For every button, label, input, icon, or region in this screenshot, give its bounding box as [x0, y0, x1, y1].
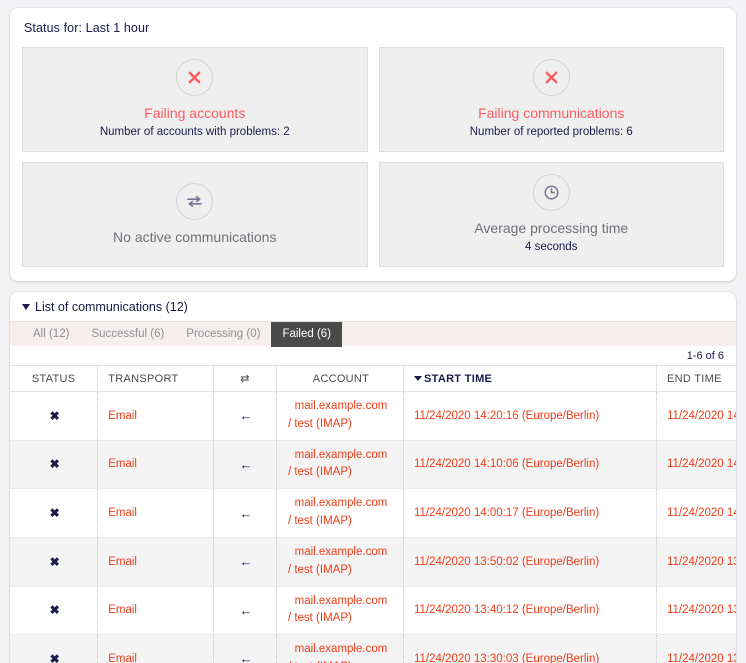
- cell-start-time[interactable]: 11/24/2020 13:30:03 (Europe/Berlin): [403, 635, 656, 663]
- cell-transport[interactable]: Email: [98, 635, 214, 663]
- cell-end-time[interactable]: 11/24/2020 13:30:08 (Europe/Berlin): [656, 635, 736, 663]
- cell-start-time[interactable]: 11/24/2020 14:10:06 (Europe/Berlin): [403, 440, 656, 489]
- tile-failing-accounts[interactable]: Failing accounts Number of accounts with…: [22, 47, 368, 152]
- account-host: mail.example.com: [287, 398, 395, 416]
- cell-start-time[interactable]: 11/24/2020 13:50:02 (Europe/Berlin): [403, 537, 656, 586]
- cell-direction: ←: [213, 440, 276, 489]
- tile-failing-communications[interactable]: Failing communications Number of reporte…: [379, 47, 725, 152]
- table-row[interactable]: ✖ Email ← mail.example.com / test (IMAP)…: [10, 489, 736, 538]
- cell-start-time[interactable]: 11/24/2020 13:40:12 (Europe/Berlin): [403, 586, 656, 635]
- column-header-start-time[interactable]: START TIME: [403, 366, 656, 392]
- cell-direction: ←: [213, 392, 276, 441]
- table-row[interactable]: ✖ Email ← mail.example.com / test (IMAP)…: [10, 392, 736, 441]
- account-detail: / test (IMAP): [287, 659, 395, 663]
- cell-direction: ←: [213, 586, 276, 635]
- tile-subtext: Number of reported problems: 6: [470, 125, 633, 140]
- filter-tabs: All (12) Successful (6) Processing (0) F…: [10, 321, 736, 346]
- communications-list-panel: List of communications (12) All (12) Suc…: [10, 292, 736, 663]
- list-panel-title: List of communications (12): [35, 300, 188, 314]
- cell-status: ✖: [10, 586, 98, 635]
- account-detail: / test (IMAP): [287, 513, 395, 531]
- cell-transport[interactable]: Email: [98, 586, 214, 635]
- cell-status: ✖: [10, 489, 98, 538]
- cell-end-time[interactable]: 11/24/2020 13:50:08 (Europe/Berlin): [656, 537, 736, 586]
- tile-label: No active communications: [113, 229, 276, 246]
- cell-account[interactable]: mail.example.com / test (IMAP): [276, 440, 403, 489]
- tile-no-active-communications[interactable]: No active communications: [22, 162, 368, 267]
- table-row[interactable]: ✖ Email ← mail.example.com / test (IMAP)…: [10, 586, 736, 635]
- table-row[interactable]: ✖ Email ← mail.example.com / test (IMAP)…: [10, 537, 736, 586]
- cell-transport[interactable]: Email: [98, 489, 214, 538]
- page-root: Status for: Last 1 hour Failing accounts…: [0, 0, 746, 663]
- tab-failed[interactable]: Failed (6): [271, 322, 342, 347]
- cell-start-time[interactable]: 11/24/2020 14:00:17 (Europe/Berlin): [403, 489, 656, 538]
- table-row[interactable]: ✖ Email ← mail.example.com / test (IMAP)…: [10, 440, 736, 489]
- column-header-account[interactable]: ACCOUNT: [276, 366, 403, 392]
- account-host: mail.example.com: [287, 495, 395, 513]
- collapse-caret-icon[interactable]: [22, 304, 30, 310]
- tab-all[interactable]: All (12): [22, 322, 80, 347]
- cell-account[interactable]: mail.example.com / test (IMAP): [276, 392, 403, 441]
- cell-account[interactable]: mail.example.com / test (IMAP): [276, 586, 403, 635]
- clock-icon: [533, 174, 570, 211]
- status-panel-title: Status for: Last 1 hour: [24, 21, 724, 35]
- account-host: mail.example.com: [287, 641, 395, 659]
- cell-direction: ←: [213, 489, 276, 538]
- cell-end-time[interactable]: 11/24/2020 13:40:18 (Europe/Berlin): [656, 586, 736, 635]
- communications-table: STATUS TRANSPORT ⇄ ACCOUNT START TIME EN…: [10, 365, 736, 663]
- x-circle-icon: [533, 59, 570, 96]
- account-detail: / test (IMAP): [287, 562, 395, 580]
- cell-account[interactable]: mail.example.com / test (IMAP): [276, 635, 403, 663]
- column-header-status[interactable]: STATUS: [10, 366, 98, 392]
- tile-label: Failing accounts: [144, 105, 245, 122]
- pagination-range: 1-6 of 6: [10, 346, 736, 365]
- cell-end-time[interactable]: 11/24/2020 14:00:23 (Europe/Berlin): [656, 489, 736, 538]
- cell-transport[interactable]: Email: [98, 440, 214, 489]
- cell-account[interactable]: mail.example.com / test (IMAP): [276, 537, 403, 586]
- column-header-end-time[interactable]: END TIME: [656, 366, 736, 392]
- tile-subtext: Number of accounts with problems: 2: [100, 125, 290, 140]
- tile-label: Failing communications: [478, 105, 624, 122]
- cell-start-time[interactable]: 11/24/2020 14:20:16 (Europe/Berlin): [403, 392, 656, 441]
- cell-transport[interactable]: Email: [98, 537, 214, 586]
- status-panel: Status for: Last 1 hour Failing accounts…: [10, 8, 736, 281]
- table-scroll-container: STATUS TRANSPORT ⇄ ACCOUNT START TIME EN…: [10, 365, 736, 663]
- cell-direction: ←: [213, 537, 276, 586]
- cell-status: ✖: [10, 635, 98, 663]
- column-header-direction[interactable]: ⇄: [213, 366, 276, 392]
- column-header-transport[interactable]: TRANSPORT: [98, 366, 214, 392]
- tile-average-processing-time[interactable]: Average processing time 4 seconds: [379, 162, 725, 267]
- tile-label: Average processing time: [474, 220, 628, 237]
- list-panel-header[interactable]: List of communications (12): [10, 292, 736, 321]
- cell-status: ✖: [10, 440, 98, 489]
- table-header-row: STATUS TRANSPORT ⇄ ACCOUNT START TIME EN…: [10, 366, 736, 392]
- account-host: mail.example.com: [287, 593, 395, 611]
- account-host: mail.example.com: [287, 544, 395, 562]
- exchange-arrows-icon: [176, 183, 213, 220]
- x-circle-icon: [176, 59, 213, 96]
- tab-processing[interactable]: Processing (0): [175, 322, 271, 347]
- cell-status: ✖: [10, 537, 98, 586]
- table-body: ✖ Email ← mail.example.com / test (IMAP)…: [10, 392, 736, 663]
- column-header-start-time-label: START TIME: [424, 373, 492, 385]
- cell-end-time[interactable]: 11/24/2020 14:10:12 (Europe/Berlin): [656, 440, 736, 489]
- cell-account[interactable]: mail.example.com / test (IMAP): [276, 489, 403, 538]
- cell-direction: ←: [213, 635, 276, 663]
- account-detail: / test (IMAP): [287, 416, 395, 434]
- cell-status: ✖: [10, 392, 98, 441]
- table-row[interactable]: ✖ Email ← mail.example.com / test (IMAP)…: [10, 635, 736, 663]
- tab-successful[interactable]: Successful (6): [80, 322, 175, 347]
- status-tile-grid: Failing accounts Number of accounts with…: [22, 47, 724, 267]
- cell-transport[interactable]: Email: [98, 392, 214, 441]
- account-detail: / test (IMAP): [287, 464, 395, 482]
- sort-descending-icon: [414, 376, 422, 381]
- account-detail: / test (IMAP): [287, 610, 395, 628]
- cell-end-time[interactable]: 11/24/2020 14:20:21 (Europe/Berlin): [656, 392, 736, 441]
- account-host: mail.example.com: [287, 447, 395, 465]
- tile-subtext: 4 seconds: [525, 240, 577, 255]
